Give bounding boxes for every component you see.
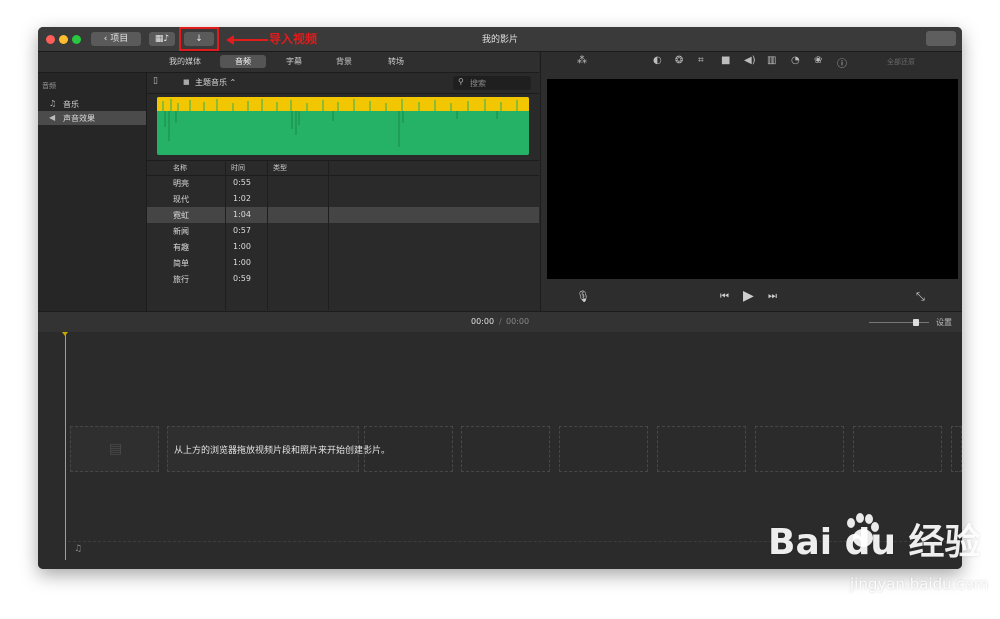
folder-selector[interactable]: 主题音乐 ⌃ — [195, 77, 236, 88]
table-row[interactable]: 简单 1:00 — [147, 255, 539, 271]
clip-placeholder — [461, 426, 550, 472]
clip-placeholder — [364, 426, 453, 472]
tab-transitions[interactable]: 转场 — [376, 56, 416, 67]
share-button[interactable] — [926, 31, 956, 46]
audio-browser: ▯ ■ 主题音乐 ⌃ ⚲ 搜索 名称 时间 类型 明亮 0:55 现代 1:02… — [147, 73, 539, 311]
audio-waveform[interactable] — [157, 97, 529, 155]
imovie-window: ‹ 项目 ▦♪ ↓ 导入视频 我的影片 我的媒体 音频 字幕 背景 转场 音频 … — [38, 27, 962, 569]
clip-placeholder — [951, 426, 962, 472]
tab-audio[interactable]: 音频 — [220, 55, 266, 68]
column-divider — [267, 160, 268, 310]
clip-placeholder: 从上方的浏览器拖放视频片段和照片来开始创建影片。 — [167, 426, 390, 472]
speed-icon[interactable]: ◔ — [791, 55, 800, 66]
table-row[interactable]: 有趣 1:00 — [147, 239, 539, 255]
window-title: 我的影片 — [481, 35, 518, 45]
volume-icon[interactable]: ◀) — [744, 55, 756, 66]
clip-placeholder — [657, 426, 746, 472]
sidebar-toggle-icon[interactable]: ▯ — [153, 76, 158, 86]
clip-placeholder — [853, 426, 942, 472]
video-preview[interactable] — [547, 79, 958, 279]
sidebar-item-label: 音乐 — [63, 100, 79, 109]
table-row[interactable]: 新闻 0:57 — [147, 223, 539, 239]
library-sidebar: 音频 ♫ 音乐 ◀ 声音效果 — [38, 73, 147, 311]
table-row[interactable]: 现代 1:02 — [147, 191, 539, 207]
tab-my-media[interactable]: 我的媒体 — [162, 56, 208, 67]
timeline-header: 00:00 / 00:00 设置 — [38, 311, 962, 333]
column-divider — [225, 160, 226, 310]
color-balance-icon[interactable]: ◐ — [653, 55, 662, 66]
zoom-slider-knob[interactable] — [913, 319, 919, 326]
film-strip-icon: ▤ — [109, 441, 123, 457]
paw-icon — [842, 513, 882, 549]
table-row[interactable]: 霓虹 1:04 — [147, 207, 539, 223]
browser-tabs: 我的媒体 音频 字幕 背景 转场 — [38, 52, 539, 73]
browser-toolbar: ▯ ■ 主题音乐 ⌃ ⚲ 搜索 — [147, 73, 539, 94]
info-icon[interactable]: ⓘ — [837, 55, 847, 70]
playhead[interactable] — [65, 332, 66, 560]
column-time[interactable]: 时间 — [231, 163, 245, 173]
skip-forward-icon[interactable]: ⏭︎ — [768, 291, 777, 302]
search-field[interactable]: ⚲ 搜索 — [453, 76, 531, 90]
column-divider — [328, 160, 329, 310]
folder-icon: ■ — [183, 78, 190, 86]
table-row[interactable]: 旅行 0:59 — [147, 271, 539, 287]
title-bar: ‹ 项目 ▦♪ ↓ 导入视频 我的影片 — [38, 27, 962, 52]
total-time: 00:00 — [506, 317, 530, 326]
skip-back-icon[interactable]: ⏮︎ — [720, 291, 729, 302]
sidebar-heading: 音频 — [42, 82, 56, 90]
tab-backgrounds[interactable]: 背景 — [324, 56, 364, 67]
sidebar-item-sound-effects[interactable]: ◀ 声音效果 — [38, 111, 146, 125]
clip-placeholder — [755, 426, 844, 472]
magic-wand-icon[interactable]: ⁂ — [577, 55, 587, 66]
playhead-marker — [62, 332, 68, 336]
adjustment-toolbar: ⁂ ◐ ❂ ⌗ ■ ◀) ▥ ◔ ❀ ⓘ 全部还原 — [541, 52, 962, 72]
clip-placeholder — [559, 426, 648, 472]
table-row[interactable]: 明亮 0:55 — [147, 175, 539, 191]
microphone-icon[interactable]: 🎙︎ — [576, 290, 590, 303]
timeline-hint-text: 从上方的浏览器拖放视频片段和照片来开始创建影片。 — [174, 446, 391, 456]
search-icon: ⚲ — [458, 77, 464, 86]
crop-icon[interactable]: ⌗ — [698, 55, 704, 66]
stabilization-icon[interactable]: ■ — [721, 55, 730, 66]
tab-titles[interactable]: 字幕 — [274, 56, 314, 67]
zoom-slider[interactable] — [869, 319, 929, 326]
sidebar-item-label: 声音效果 — [63, 114, 95, 123]
table-header: 名称 时间 类型 — [147, 160, 539, 176]
search-placeholder: 搜索 — [470, 79, 486, 88]
watermark-url: jingyan.baidu.com — [850, 575, 989, 593]
reset-all-button[interactable]: 全部还原 — [887, 57, 915, 67]
viewer-panel: ⁂ ◐ ❂ ⌗ ■ ◀) ▥ ◔ ❀ ⓘ 全部还原 🎙︎ ⏮︎ ▶ ⏭︎ ⤡ — [540, 52, 962, 311]
clip-filter-icon[interactable]: ❀ — [814, 55, 822, 66]
play-icon[interactable]: ▶ — [743, 288, 754, 304]
time-separator: / — [499, 317, 502, 326]
clip-placeholder: ▤ — [70, 426, 159, 472]
timeline-settings-button[interactable]: 设置 — [936, 317, 952, 328]
current-time: 00:00 — [471, 317, 495, 326]
color-correction-icon[interactable]: ❂ — [675, 55, 683, 66]
equalizer-icon[interactable]: ▥ — [767, 55, 776, 66]
sidebar-item-music[interactable]: ♫ 音乐 — [38, 97, 146, 111]
music-disc-icon: ♫ — [49, 99, 57, 108]
speaker-icon: ◀ — [49, 113, 56, 122]
waveform-graphic — [157, 97, 529, 147]
column-name[interactable]: 名称 — [173, 163, 187, 173]
column-type[interactable]: 类型 — [273, 163, 287, 173]
fullscreen-icon[interactable]: ⤡ — [916, 290, 925, 304]
